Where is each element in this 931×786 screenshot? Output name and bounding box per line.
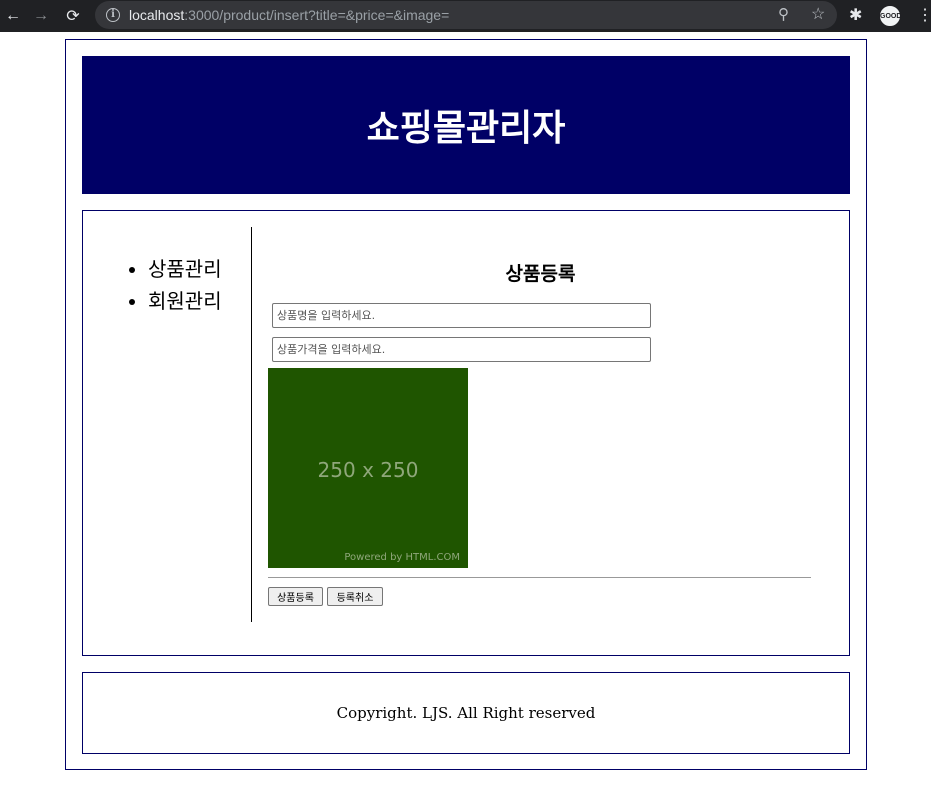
info-icon[interactable]: i [106,8,120,22]
sidebar: 상품관리 회원관리 [83,227,252,622]
image-powered-label: Powered by HTML.COM [344,552,460,563]
menu-icon[interactable]: ⋮ [917,5,931,25]
forward-icon[interactable]: → [30,5,52,27]
copyright-text: Copyright. LJS. All Right reserved [336,704,596,722]
product-price-input[interactable] [272,337,651,362]
page-wrapper: 쇼핑몰관리자 상품관리 회원관리 상품등록 250 x 250 Powered … [65,39,867,770]
profile-avatar[interactable]: GOOD [879,5,901,27]
bookmark-star-icon[interactable]: ☆ [811,4,825,24]
address-bar[interactable]: i localhost:3000/product/insert?title=&p… [95,1,837,29]
extensions-icon[interactable]: ✱ [849,5,862,25]
sidebar-item-products[interactable]: 상품관리 [148,253,251,285]
url-host: localhost [129,7,185,23]
footer: Copyright. LJS. All Right reserved [82,672,850,754]
product-image-preview: 250 x 250 Powered by HTML.COM [268,368,468,568]
url-path: :3000/product/insert?title=&price=&image… [184,7,450,23]
reload-icon[interactable]: ⟳ [62,5,84,27]
browser-toolbar: ← → ⟳ i localhost:3000/product/insert?ti… [0,0,931,32]
image-size-label: 250 x 250 [317,458,419,482]
url-text[interactable]: localhost:3000/product/insert?title=&pri… [129,7,449,23]
zoom-icon[interactable]: ⚲ [778,5,789,23]
product-insert-form: 상품등록 250 x 250 Powered by HTML.COM 상품등록 … [268,227,828,622]
sidebar-menu: 상품관리 회원관리 [83,253,251,317]
header-banner: 쇼핑몰관리자 [82,56,850,194]
back-icon[interactable]: ← [2,5,24,27]
form-heading: 상품등록 [505,263,576,285]
product-title-input[interactable] [272,303,651,328]
main-container: 상품관리 회원관리 상품등록 250 x 250 Powered by HTML… [82,210,850,656]
cancel-button[interactable]: 등록취소 [327,587,383,606]
form-divider [268,577,811,578]
site-title: 쇼핑몰관리자 [366,108,566,149]
sidebar-item-members[interactable]: 회원관리 [148,285,251,317]
submit-button[interactable]: 상품등록 [268,587,323,606]
